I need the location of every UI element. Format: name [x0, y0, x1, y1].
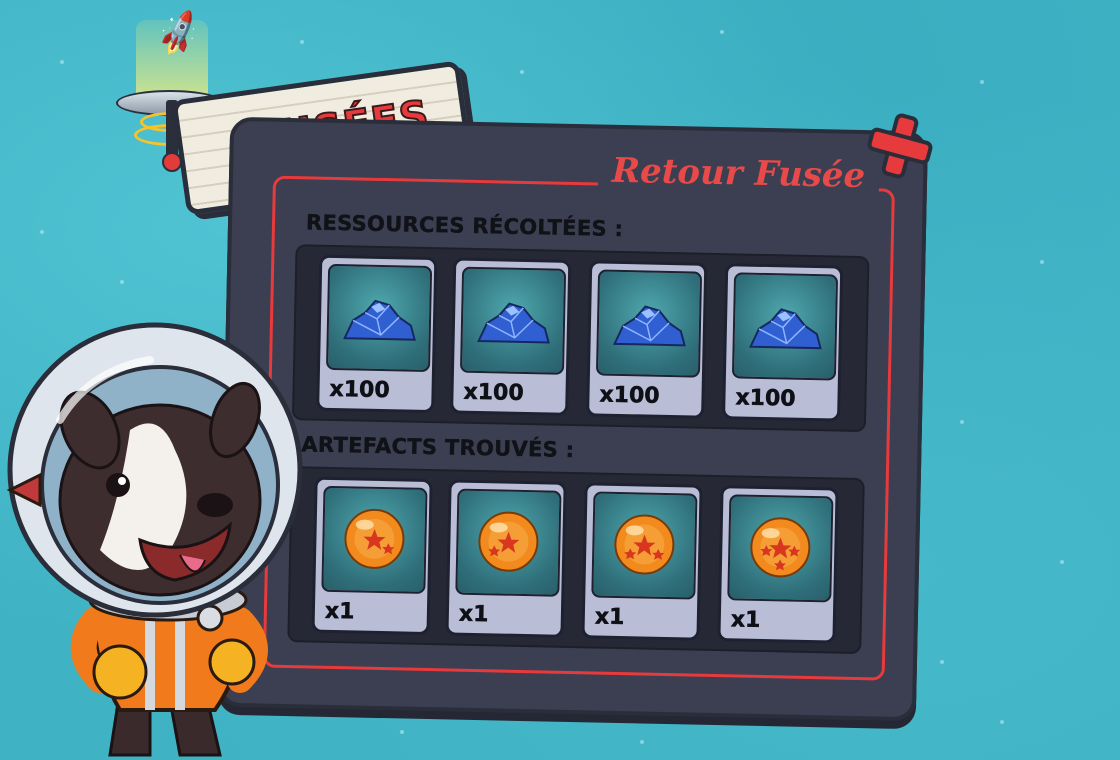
orange-star-orb-icon — [614, 514, 675, 575]
resource-card[interactable]: x100 — [722, 263, 844, 422]
card-image — [731, 272, 839, 381]
artefacts-tray: x1 x1 x1 x1 — [287, 466, 865, 655]
card-quantity: x1 — [594, 604, 625, 631]
card-quantity: x100 — [735, 385, 796, 412]
rocket-return-panel: Retour Fusée RESSOURCES RÉCOLTÉES : x100 — [217, 116, 929, 722]
artefact-card[interactable]: x1 — [445, 479, 567, 638]
card-quantity: x1 — [324, 598, 355, 625]
artefact-card[interactable]: x1 — [311, 476, 433, 636]
orange-star-orb-icon — [344, 508, 405, 569]
card-quantity: x1 — [730, 607, 761, 633]
card-quantity: x1 — [458, 601, 489, 628]
card-quantity: x100 — [463, 379, 524, 406]
card-image — [325, 263, 433, 372]
orange-star-orb-icon — [478, 511, 539, 572]
card-quantity: x100 — [329, 376, 390, 404]
artefact-card[interactable]: x1 — [717, 485, 839, 644]
blue-ore-icon — [748, 308, 822, 350]
orange-star-orb-icon — [750, 517, 811, 578]
card-image — [591, 491, 698, 600]
card-image — [459, 266, 567, 375]
card-image — [595, 269, 703, 378]
astronaut-dog-mascot — [6, 322, 303, 757]
resources-tray: x100 x100 x100 x100 — [291, 244, 870, 433]
blue-ore-icon — [477, 302, 550, 344]
artefact-card[interactable]: x1 — [581, 482, 703, 641]
resource-card[interactable]: x100 — [316, 254, 438, 414]
resource-card[interactable]: x100 — [586, 260, 708, 419]
card-image — [455, 488, 562, 597]
panel-title: Retour Fusée — [597, 150, 880, 197]
card-image — [321, 485, 428, 594]
card-image — [727, 494, 834, 603]
resource-card[interactable]: x100 — [450, 257, 572, 416]
close-x-icon[interactable] — [866, 112, 934, 180]
blue-ore-icon — [343, 299, 416, 341]
blue-ore-icon — [613, 305, 686, 347]
card-quantity: x100 — [599, 382, 660, 409]
